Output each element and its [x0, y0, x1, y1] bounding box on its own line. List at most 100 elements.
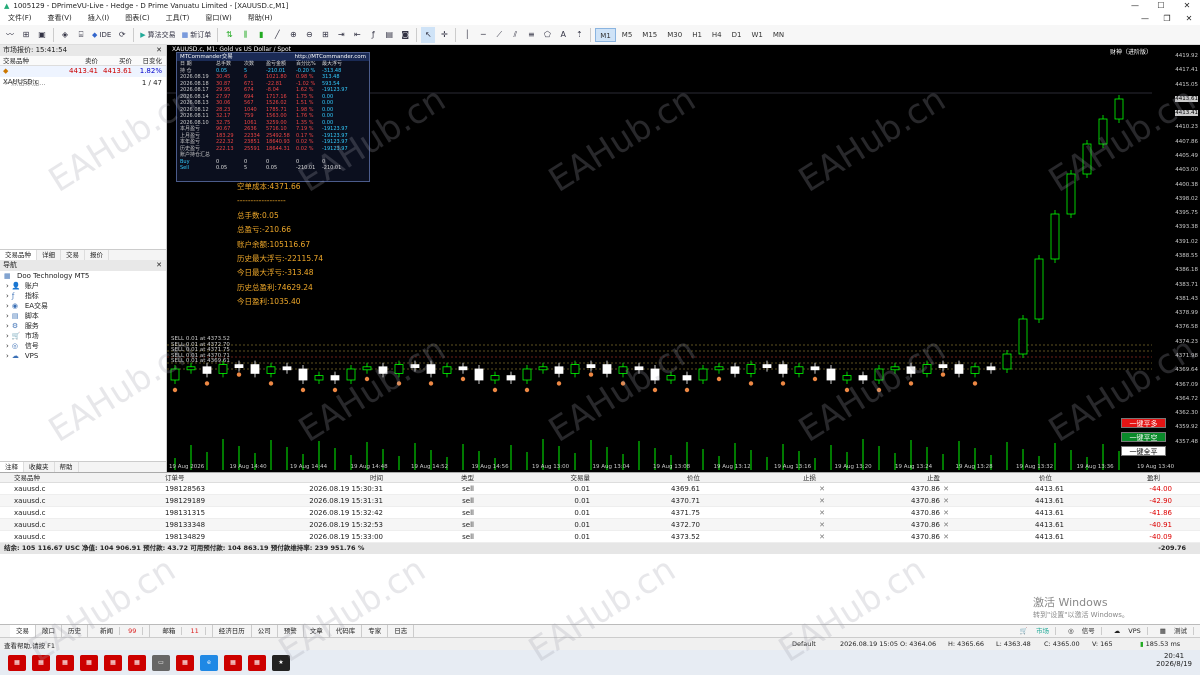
market-tray[interactable]: 🛒 市场 [1014, 625, 1062, 637]
mt-app-icon[interactable]: ▦ [224, 654, 242, 671]
grid-icon[interactable]: ⊞ [318, 27, 332, 43]
col-ticket[interactable]: 订单号 [165, 473, 273, 482]
shapes-icon[interactable]: ⬠ [540, 27, 554, 43]
menu-view[interactable]: 查看(V) [40, 12, 80, 25]
navigator-icon[interactable]: ⌸ [74, 27, 88, 43]
mt-app-icon[interactable]: ▦ [32, 654, 50, 671]
close-all-button[interactable]: 一键全平 [1121, 446, 1166, 456]
nav-indicators[interactable]: › ƒ 指标 [0, 291, 166, 301]
channel-icon[interactable]: ⫽ [508, 27, 522, 43]
profiles-icon[interactable]: ▣ [35, 27, 49, 43]
vline-icon[interactable]: │ [460, 27, 474, 43]
tab-favorites[interactable]: 收藏夹 [24, 462, 55, 472]
mt-app-icon[interactable]: ▦ [104, 654, 122, 671]
chart-minimize-icon[interactable]: — [1134, 12, 1156, 25]
tf-m5[interactable]: M5 [618, 28, 637, 42]
menu-charts[interactable]: 图表(C) [117, 12, 157, 25]
tab-mailbox[interactable]: 邮箱 11 [150, 625, 213, 637]
menu-tools[interactable]: 工具(T) [158, 12, 198, 25]
terminal-app-icon[interactable]: ▭ [152, 654, 170, 671]
nav-experts[interactable]: › ◉ EA交易 [0, 301, 166, 311]
col-change[interactable]: 日变化 [132, 56, 165, 65]
remove-sl-icon[interactable]: ✕ [816, 495, 828, 506]
candle-chart-icon[interactable]: ▮ [254, 27, 268, 43]
nav-signals[interactable]: › ◎ 信号 [0, 341, 166, 351]
tab-news[interactable]: 新闻 99 [88, 625, 151, 637]
new-order-button[interactable]: ▦ 新订单 [180, 27, 214, 43]
price-chart[interactable]: XAUUSD.c, M1: Gold vs US Dollar / Spot 财… [167, 45, 1200, 472]
tf-h1[interactable]: H1 [688, 28, 706, 42]
tab-details[interactable]: 详细 [37, 250, 61, 260]
line-chart-icon[interactable]: 〰 [3, 27, 17, 43]
trade-row[interactable]: xauusd.c 198128563 2026.08.19 15:30:31 sell… [0, 483, 1200, 495]
col-type[interactable]: 类型 [383, 473, 474, 482]
hline-icon[interactable]: ─ [476, 27, 490, 43]
tab-common[interactable]: 注释 [0, 462, 24, 472]
bar-chart-icon[interactable]: ⫼ [238, 27, 252, 43]
mt-app-icon[interactable]: ▦ [80, 654, 98, 671]
community-icon[interactable]: ◈ [58, 27, 72, 43]
commander-url[interactable]: http://MTCommander.com [294, 53, 366, 61]
tab-exposure[interactable]: 敞口 [36, 625, 62, 637]
templates-icon[interactable]: ▤ [382, 27, 396, 43]
chart-close-icon[interactable]: ✕ [1178, 12, 1200, 25]
arrows-icon[interactable]: ⇡ [572, 27, 586, 43]
col-symbol[interactable]: 交易品种 [0, 473, 165, 482]
remove-tp-icon[interactable]: ✕ [940, 531, 952, 542]
zoom-out-icon[interactable]: ⊖ [302, 27, 316, 43]
edge-browser-icon[interactable]: e [200, 654, 218, 671]
autoscroll-icon[interactable]: ⇥ [334, 27, 348, 43]
menu-window[interactable]: 窗口(W) [197, 12, 239, 25]
menu-help[interactable]: 帮助(H) [240, 12, 281, 25]
nav-vps[interactable]: › ☁ VPS [0, 351, 166, 361]
tab-journal[interactable]: 日志 [388, 625, 415, 637]
app-icon[interactable]: ★ [272, 654, 290, 671]
screenshot-icon[interactable]: ◙ [398, 27, 412, 43]
text-icon[interactable]: A [556, 27, 570, 43]
remove-sl-icon[interactable]: ✕ [816, 519, 828, 530]
col-tp[interactable]: 止盈 [828, 473, 940, 482]
mt-app-icon[interactable]: ▦ [56, 654, 74, 671]
tf-m30[interactable]: M30 [663, 28, 686, 42]
tab-trading[interactable]: 交易 [61, 250, 85, 260]
tab-calendar[interactable]: 经济日历 [213, 625, 252, 637]
tab-articles[interactable]: 文章 [304, 625, 330, 637]
trade-row[interactable]: xauusd.c 198131315 2026.08.19 15:32:42 sell… [0, 507, 1200, 519]
col-volume[interactable]: 交易量 [474, 473, 591, 482]
new-chart-icon[interactable]: ⊞ [19, 27, 33, 43]
minimize-icon[interactable]: — [1122, 0, 1148, 12]
history-icon[interactable]: ⟳ [115, 27, 129, 43]
trendline-icon[interactable]: ⟋ [492, 27, 506, 43]
add-symbol-row[interactable]: + 点击添加... 1 / 47 [0, 77, 166, 88]
tab-help[interactable]: 帮助 [55, 462, 79, 472]
fibo-icon[interactable]: ≡ [524, 27, 538, 43]
navigator-close-icon[interactable]: ✕ [156, 260, 162, 271]
tf-m15[interactable]: M15 [638, 28, 661, 42]
tf-m1[interactable]: M1 [595, 27, 616, 42]
tab-history[interactable]: 历史 [62, 625, 88, 637]
mt-app-icon[interactable]: ▦ [128, 654, 146, 671]
col-symbol[interactable]: 交易品种 [0, 56, 66, 65]
panel-close-icon[interactable]: ✕ [156, 45, 162, 56]
signals-tray[interactable]: ◎ 信号 [1062, 625, 1108, 637]
col-price[interactable]: 价位 [590, 473, 700, 482]
trade-row[interactable]: xauusd.c 198129189 2026.08.19 15:31:31 sell… [0, 495, 1200, 507]
tab-symbols[interactable]: 交易品种 [0, 250, 37, 260]
mt-app-icon[interactable]: ▦ [8, 654, 26, 671]
nav-market[interactable]: › 🛒 市场 [0, 331, 166, 341]
symbol-row[interactable]: ◆ XAUUSD.c 4413.41 4413.61 1.82% [0, 66, 166, 86]
tf-h4[interactable]: H4 [708, 28, 726, 42]
chart-shift-icon[interactable]: ⇤ [350, 27, 364, 43]
tf-w1[interactable]: W1 [747, 28, 766, 42]
crosshair-icon[interactable]: ✛ [437, 27, 451, 43]
close-sell-button[interactable]: 一键平空 [1121, 432, 1166, 442]
tf-d1[interactable]: D1 [728, 28, 746, 42]
trade-row[interactable]: xauusd.c 198134829 2026.08.19 15:33:00 sell… [0, 531, 1200, 543]
tab-trade[interactable]: 交易 [10, 625, 36, 637]
remove-tp-icon[interactable]: ✕ [940, 483, 952, 494]
tester-tray[interactable]: ▦ 测试 [1154, 625, 1200, 637]
maximize-icon[interactable]: ☐ [1148, 0, 1174, 12]
remove-sl-icon[interactable]: ✕ [816, 483, 828, 494]
nav-accounts[interactable]: › 👤 账户 [0, 281, 166, 291]
tab-company[interactable]: 公司 [252, 625, 278, 637]
